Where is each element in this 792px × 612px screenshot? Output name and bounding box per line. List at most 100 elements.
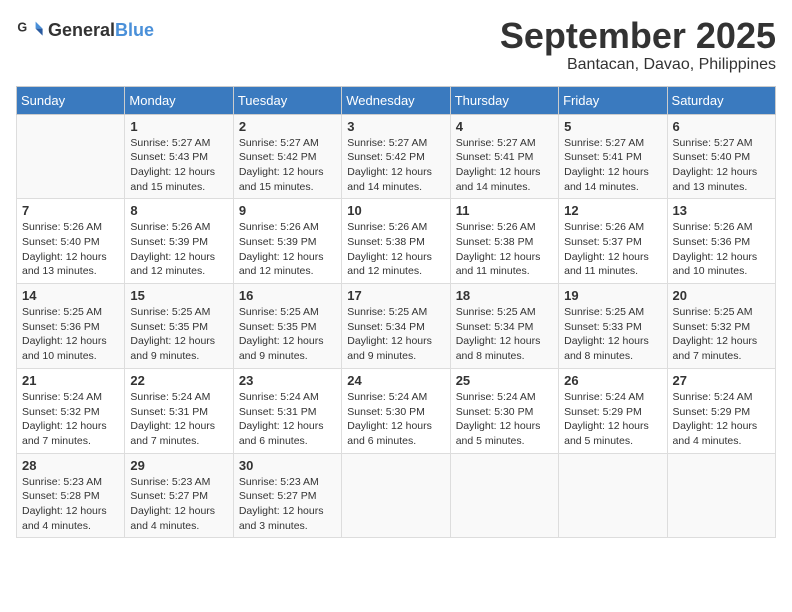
day-info: Sunrise: 5:27 AM Sunset: 5:41 PM Dayligh… (564, 136, 661, 195)
calendar-cell (450, 453, 558, 538)
day-number: 1 (130, 119, 227, 134)
day-info: Sunrise: 5:23 AM Sunset: 5:27 PM Dayligh… (130, 475, 227, 534)
day-info: Sunrise: 5:25 AM Sunset: 5:34 PM Dayligh… (347, 305, 444, 364)
calendar-cell (559, 453, 667, 538)
week-row: 7Sunrise: 5:26 AM Sunset: 5:40 PM Daylig… (17, 199, 776, 284)
calendar-cell: 24 Sunrise: 5:24 AM Sunset: 5:30 PM Dayli… (342, 368, 450, 453)
day-number: 5 (564, 119, 661, 134)
column-header-sunday: Sunday (17, 86, 125, 114)
day-info: Sunrise: 5:24 AM Sunset: 5:31 PM Dayligh… (130, 390, 227, 449)
location-subtitle: Bantacan, Davao, Philippines (500, 56, 776, 74)
day-number: 26 (564, 373, 661, 388)
calendar-cell: 30 Sunrise: 5:23 AM Sunset: 5:27 PM Dayli… (233, 453, 341, 538)
day-number: 3 (347, 119, 444, 134)
day-number: 10 (347, 203, 444, 218)
day-number: 30 (239, 458, 336, 473)
day-number: 15 (130, 288, 227, 303)
week-row: 14Sunrise: 5:25 AM Sunset: 5:36 PM Dayli… (17, 284, 776, 369)
day-number: 6 (673, 119, 770, 134)
calendar-cell: 17Sunrise: 5:25 AM Sunset: 5:34 PM Dayli… (342, 284, 450, 369)
week-row: 1 Sunrise: 5:27 AM Sunset: 5:43 PM Daylig… (17, 114, 776, 199)
calendar-cell (667, 453, 775, 538)
day-number: 2 (239, 119, 336, 134)
day-number: 14 (22, 288, 119, 303)
calendar-cell: 26 Sunrise: 5:24 AM Sunset: 5:29 PM Dayli… (559, 368, 667, 453)
day-info: Sunrise: 5:27 AM Sunset: 5:43 PM Dayligh… (130, 136, 227, 195)
calendar-cell: 14Sunrise: 5:25 AM Sunset: 5:36 PM Dayli… (17, 284, 125, 369)
day-info: Sunrise: 5:24 AM Sunset: 5:29 PM Dayligh… (564, 390, 661, 449)
day-info: Sunrise: 5:26 AM Sunset: 5:37 PM Dayligh… (564, 220, 661, 279)
day-number: 11 (456, 203, 553, 218)
calendar-cell (342, 453, 450, 538)
calendar-cell: 15 Sunrise: 5:25 AM Sunset: 5:35 PM Dayli… (125, 284, 233, 369)
day-info: Sunrise: 5:24 AM Sunset: 5:30 PM Dayligh… (456, 390, 553, 449)
calendar-cell: 23Sunrise: 5:24 AM Sunset: 5:31 PM Dayli… (233, 368, 341, 453)
column-header-thursday: Thursday (450, 86, 558, 114)
day-info: Sunrise: 5:24 AM Sunset: 5:29 PM Dayligh… (673, 390, 770, 449)
column-header-monday: Monday (125, 86, 233, 114)
header-row: SundayMondayTuesdayWednesdayThursdayFrid… (17, 86, 776, 114)
day-info: Sunrise: 5:27 AM Sunset: 5:42 PM Dayligh… (347, 136, 444, 195)
calendar-cell: 10 Sunrise: 5:26 AM Sunset: 5:38 PM Dayli… (342, 199, 450, 284)
calendar-cell: 8 Sunrise: 5:26 AM Sunset: 5:39 PM Daylig… (125, 199, 233, 284)
day-number: 21 (22, 373, 119, 388)
day-number: 16 (239, 288, 336, 303)
day-info: Sunrise: 5:26 AM Sunset: 5:38 PM Dayligh… (456, 220, 553, 279)
day-info: Sunrise: 5:27 AM Sunset: 5:40 PM Dayligh… (673, 136, 770, 195)
day-number: 22 (130, 373, 227, 388)
week-row: 28 Sunrise: 5:23 AM Sunset: 5:28 PM Dayli… (17, 453, 776, 538)
calendar-cell: 29 Sunrise: 5:23 AM Sunset: 5:27 PM Dayli… (125, 453, 233, 538)
calendar-cell: 12 Sunrise: 5:26 AM Sunset: 5:37 PM Dayli… (559, 199, 667, 284)
day-number: 28 (22, 458, 119, 473)
day-number: 18 (456, 288, 553, 303)
calendar-cell: 2 Sunrise: 5:27 AM Sunset: 5:42 PM Daylig… (233, 114, 341, 199)
calendar-cell: 4Sunrise: 5:27 AM Sunset: 5:41 PM Daylig… (450, 114, 558, 199)
day-number: 24 (347, 373, 444, 388)
logo: G GeneralBlue (16, 16, 154, 44)
calendar-cell: 7Sunrise: 5:26 AM Sunset: 5:40 PM Daylig… (17, 199, 125, 284)
day-info: Sunrise: 5:24 AM Sunset: 5:30 PM Dayligh… (347, 390, 444, 449)
day-info: Sunrise: 5:26 AM Sunset: 5:39 PM Dayligh… (239, 220, 336, 279)
day-info: Sunrise: 5:26 AM Sunset: 5:39 PM Dayligh… (130, 220, 227, 279)
calendar-cell: 13 Sunrise: 5:26 AM Sunset: 5:36 PM Dayli… (667, 199, 775, 284)
calendar-cell: 18 Sunrise: 5:25 AM Sunset: 5:34 PM Dayli… (450, 284, 558, 369)
calendar-cell: 28 Sunrise: 5:23 AM Sunset: 5:28 PM Dayli… (17, 453, 125, 538)
calendar-cell: 5 Sunrise: 5:27 AM Sunset: 5:41 PM Daylig… (559, 114, 667, 199)
title-area: September 2025 Bantacan, Davao, Philippi… (500, 16, 776, 74)
calendar-cell: 9Sunrise: 5:26 AM Sunset: 5:39 PM Daylig… (233, 199, 341, 284)
calendar-cell: 21 Sunrise: 5:24 AM Sunset: 5:32 PM Dayli… (17, 368, 125, 453)
column-header-friday: Friday (559, 86, 667, 114)
logo-text-general: General (48, 20, 115, 40)
day-info: Sunrise: 5:25 AM Sunset: 5:34 PM Dayligh… (456, 305, 553, 364)
day-number: 8 (130, 203, 227, 218)
day-info: Sunrise: 5:26 AM Sunset: 5:36 PM Dayligh… (673, 220, 770, 279)
day-number: 19 (564, 288, 661, 303)
column-header-saturday: Saturday (667, 86, 775, 114)
day-number: 29 (130, 458, 227, 473)
calendar-cell: 20Sunrise: 5:25 AM Sunset: 5:32 PM Dayli… (667, 284, 775, 369)
header: G GeneralBlue September 2025 Bantacan, D… (16, 16, 776, 74)
day-info: Sunrise: 5:25 AM Sunset: 5:35 PM Dayligh… (130, 305, 227, 364)
day-info: Sunrise: 5:23 AM Sunset: 5:28 PM Dayligh… (22, 475, 119, 534)
day-number: 12 (564, 203, 661, 218)
calendar-cell: 19Sunrise: 5:25 AM Sunset: 5:33 PM Dayli… (559, 284, 667, 369)
calendar-table: SundayMondayTuesdayWednesdayThursdayFrid… (16, 86, 776, 539)
calendar-cell: 16Sunrise: 5:25 AM Sunset: 5:35 PM Dayli… (233, 284, 341, 369)
day-number: 25 (456, 373, 553, 388)
day-info: Sunrise: 5:27 AM Sunset: 5:42 PM Dayligh… (239, 136, 336, 195)
day-number: 13 (673, 203, 770, 218)
day-info: Sunrise: 5:24 AM Sunset: 5:32 PM Dayligh… (22, 390, 119, 449)
column-header-tuesday: Tuesday (233, 86, 341, 114)
calendar-cell: 11 Sunrise: 5:26 AM Sunset: 5:38 PM Dayli… (450, 199, 558, 284)
svg-text:G: G (17, 20, 27, 34)
calendar-cell: 22 Sunrise: 5:24 AM Sunset: 5:31 PM Dayli… (125, 368, 233, 453)
day-info: Sunrise: 5:26 AM Sunset: 5:38 PM Dayligh… (347, 220, 444, 279)
day-number: 7 (22, 203, 119, 218)
day-info: Sunrise: 5:23 AM Sunset: 5:27 PM Dayligh… (239, 475, 336, 534)
month-title: September 2025 (500, 16, 776, 56)
column-header-wednesday: Wednesday (342, 86, 450, 114)
calendar-cell: 1 Sunrise: 5:27 AM Sunset: 5:43 PM Daylig… (125, 114, 233, 199)
calendar-cell: 3 Sunrise: 5:27 AM Sunset: 5:42 PM Daylig… (342, 114, 450, 199)
day-number: 4 (456, 119, 553, 134)
day-info: Sunrise: 5:24 AM Sunset: 5:31 PM Dayligh… (239, 390, 336, 449)
